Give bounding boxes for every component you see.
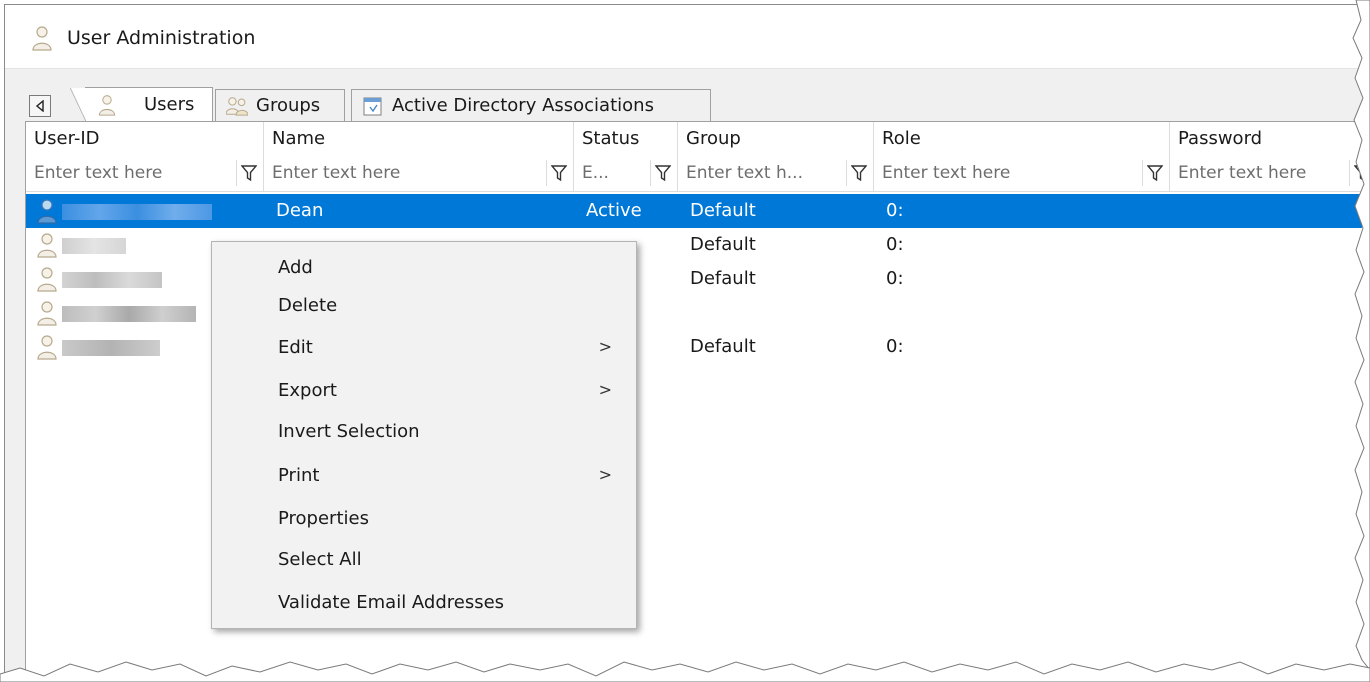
- tab-groups-label: Groups: [256, 95, 321, 116]
- menu-item-export[interactable]: Export >: [212, 371, 636, 409]
- cell-role: 0:: [886, 268, 904, 289]
- filter-button-role[interactable]: [1142, 160, 1166, 186]
- menu-item-select-all[interactable]: Select All: [212, 540, 636, 578]
- user-icon: [32, 26, 52, 51]
- redacted-user-id: [62, 204, 212, 220]
- cell-group: Default: [690, 234, 756, 255]
- filter-cell-group: [678, 154, 874, 192]
- user-icon: [37, 233, 57, 258]
- tab-ad-label: Active Directory Associations: [392, 95, 654, 116]
- redacted-user-id: [62, 238, 126, 254]
- filter-cell-password: [1170, 154, 1362, 192]
- directory-calendar-icon: [363, 96, 382, 116]
- cell-role: 0:: [886, 234, 904, 255]
- funnel-icon: [1146, 165, 1163, 182]
- filter-cell-status: [574, 154, 678, 192]
- column-header-group[interactable]: Group: [678, 122, 874, 154]
- funnel-icon: [654, 165, 671, 182]
- menu-item-delete[interactable]: Delete: [212, 286, 636, 324]
- funnel-icon: [550, 165, 567, 182]
- menu-item-edit[interactable]: Edit >: [212, 328, 636, 366]
- column-header-password[interactable]: Password: [1170, 122, 1362, 154]
- filter-cell-user-id: [26, 154, 264, 192]
- cell-role: 0:: [886, 200, 904, 221]
- filter-input-name[interactable]: [264, 154, 542, 192]
- filter-button-password[interactable]: [1349, 160, 1362, 186]
- user-icon: [37, 301, 57, 326]
- redacted-user-id: [62, 306, 196, 322]
- menu-item-invert-selection[interactable]: Invert Selection: [212, 412, 636, 450]
- filter-cell-role: [874, 154, 1170, 192]
- main-panel: Users Groups Active Directory Associatio…: [5, 69, 1362, 678]
- filter-input-password[interactable]: [1170, 154, 1340, 192]
- user-icon: [98, 94, 116, 116]
- filter-button-status[interactable]: [650, 160, 674, 186]
- user-icon: [37, 267, 57, 292]
- column-header-user-id[interactable]: User-ID: [26, 122, 264, 154]
- group-icon: [226, 96, 248, 116]
- tab-groups[interactable]: Groups: [215, 89, 345, 121]
- column-header-name[interactable]: Name: [264, 122, 574, 154]
- user-administration-window: User Administration Users Groups Active …: [4, 4, 1362, 678]
- cell-status: Active: [586, 200, 642, 221]
- cell-group: Default: [690, 336, 756, 357]
- cell-group: Default: [690, 268, 756, 289]
- triangle-left-icon: [35, 100, 44, 112]
- user-icon: [37, 199, 57, 224]
- filter-button-user-id[interactable]: [236, 160, 260, 186]
- tab-active-directory-associations[interactable]: Active Directory Associations: [351, 89, 711, 121]
- column-header-role[interactable]: Role: [874, 122, 1170, 154]
- cell-group: Default: [690, 200, 756, 221]
- redacted-user-id: [62, 340, 160, 356]
- context-menu: Add Delete Edit > Export > Invert Selectio…: [211, 241, 637, 629]
- table-row[interactable]: Dean Active Default 0:: [26, 194, 1362, 228]
- filter-button-group[interactable]: [846, 160, 870, 186]
- redacted-user-id: [62, 272, 162, 288]
- funnel-icon: [240, 165, 257, 182]
- chevron-right-icon: >: [598, 380, 612, 399]
- cell-role: 0:: [886, 336, 904, 357]
- filter-button-name[interactable]: [546, 160, 570, 186]
- menu-item-properties[interactable]: Properties: [212, 499, 636, 537]
- funnel-icon: [1353, 165, 1362, 181]
- menu-item-validate-email-addresses[interactable]: Validate Email Addresses: [212, 583, 636, 621]
- chevron-right-icon: >: [598, 337, 612, 356]
- cell-name: Dean: [276, 200, 324, 221]
- menu-item-add[interactable]: Add: [212, 248, 636, 286]
- menu-item-print[interactable]: Print >: [212, 456, 636, 494]
- filter-input-group[interactable]: [678, 154, 842, 192]
- tab-scroll-left-button[interactable]: [29, 95, 51, 117]
- filter-cell-name: [264, 154, 574, 192]
- user-icon: [37, 335, 57, 360]
- funnel-icon: [850, 165, 867, 182]
- filter-input-status[interactable]: [574, 154, 646, 192]
- title-bar: User Administration: [5, 5, 1362, 69]
- filter-input-role[interactable]: [874, 154, 1138, 192]
- filter-input-user-id[interactable]: [26, 154, 232, 192]
- tab-users-label: Users: [144, 94, 195, 115]
- tab-users[interactable]: Users: [70, 87, 213, 122]
- window-title: User Administration: [67, 27, 256, 49]
- column-header-status[interactable]: Status: [574, 122, 678, 154]
- chevron-right-icon: >: [598, 465, 612, 484]
